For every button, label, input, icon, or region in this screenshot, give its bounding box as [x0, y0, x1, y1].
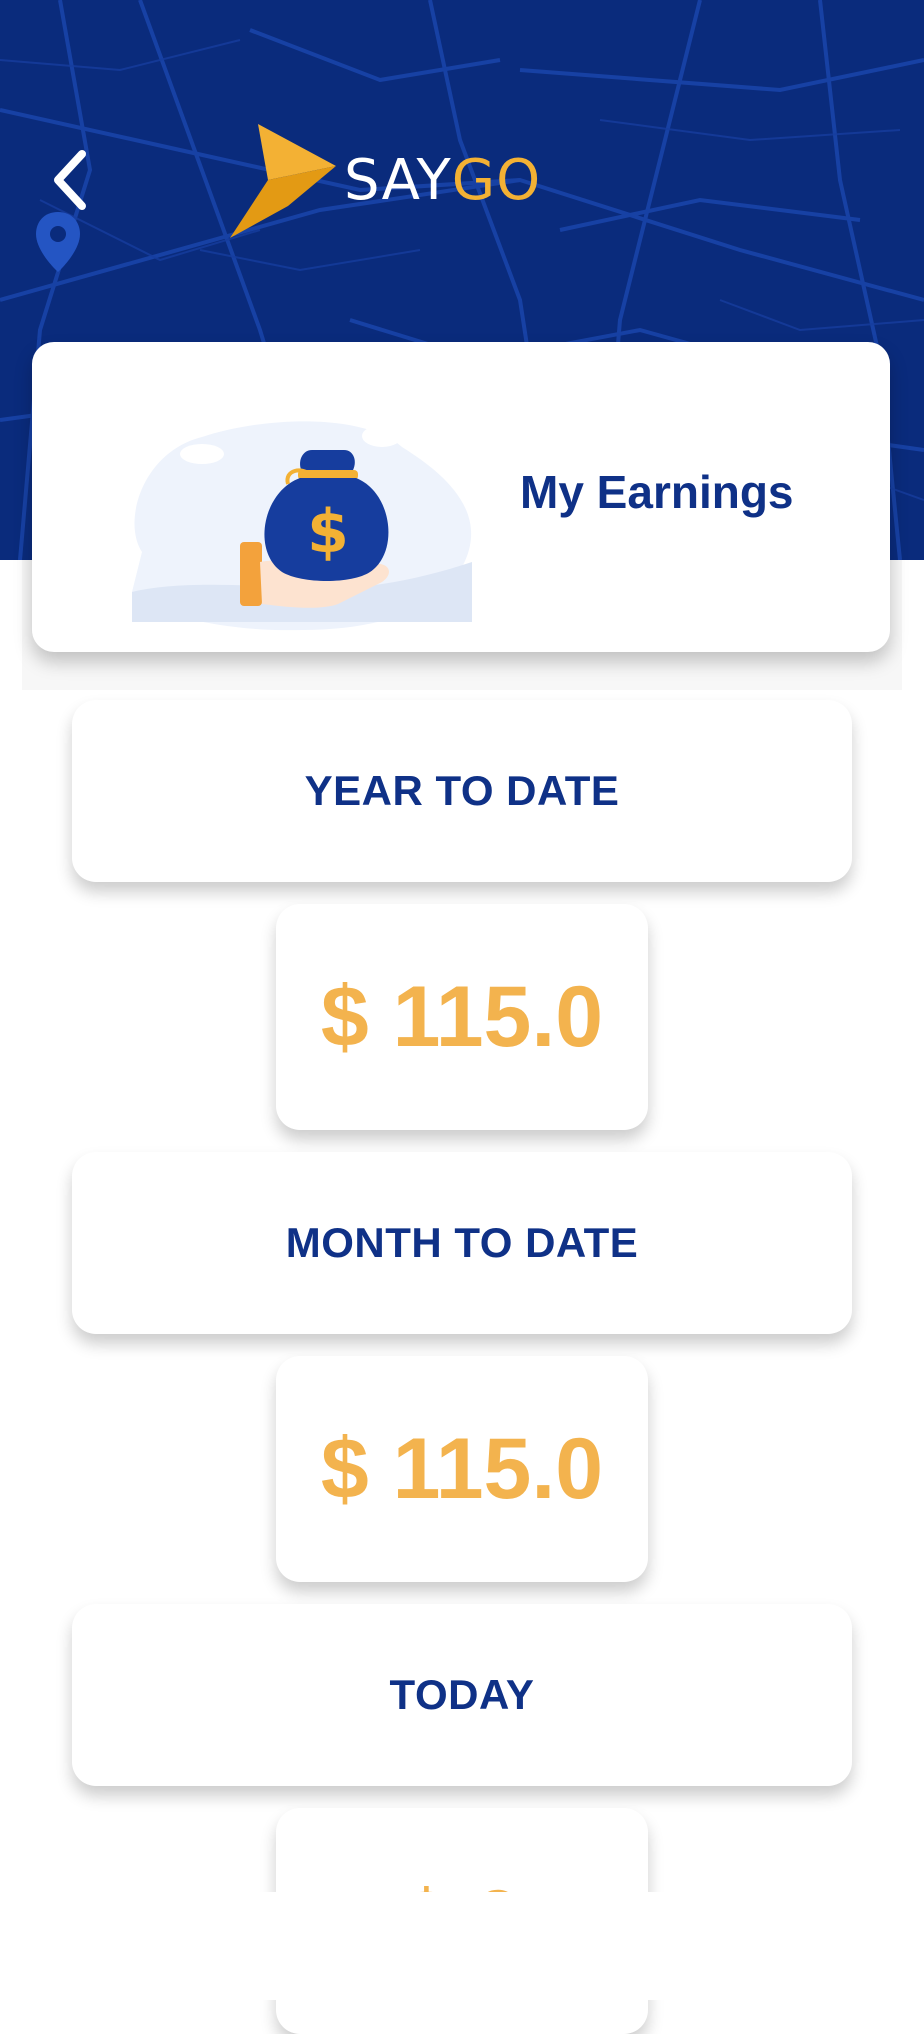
svg-text:$: $ [307, 497, 349, 567]
year-to-date-value-card: $ 115.0 [276, 904, 648, 1130]
brand-name-part1: SAY [344, 148, 452, 213]
year-to-date-tab[interactable]: YEAR TO DATE [72, 700, 852, 882]
today-tab[interactable]: TODAY [72, 1604, 852, 1786]
saygo-arrow-icon [230, 123, 336, 238]
month-to-date-label: MONTH TO DATE [285, 1219, 639, 1266]
viewport-bottom-cutoff [0, 1892, 924, 2000]
saygo-logo: SAYGO [228, 118, 541, 243]
page-title: My Earnings [520, 466, 794, 518]
month-to-date-amount: $ 115.0 [320, 1420, 604, 1517]
chevron-left-icon [54, 150, 86, 210]
back-button[interactable] [40, 145, 100, 215]
money-bag-hand-icon: $ [132, 421, 472, 631]
month-to-date-value-card: $ 115.0 [276, 1356, 648, 1582]
map-pin-icon [36, 212, 80, 272]
year-to-date-amount: $ 115.0 [320, 968, 604, 1065]
year-to-date-label: YEAR TO DATE [304, 767, 620, 814]
brand-name-part2: GO [451, 148, 542, 213]
earnings-summary-card: $ My Earnings [32, 342, 890, 652]
today-label: TODAY [389, 1671, 535, 1718]
month-to-date-tab[interactable]: MONTH TO DATE [72, 1152, 852, 1334]
